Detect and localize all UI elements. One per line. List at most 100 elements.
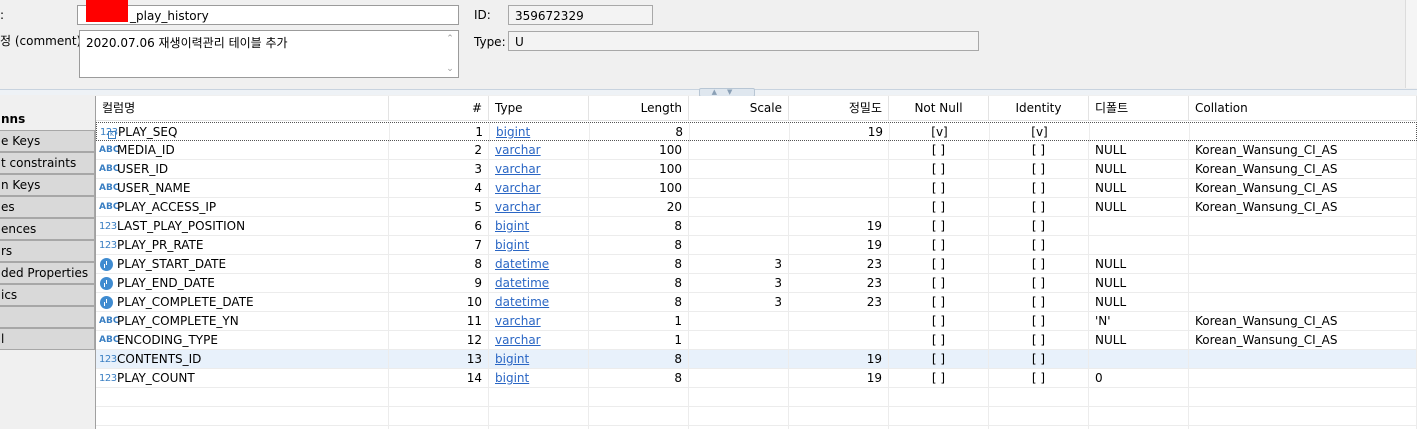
not-null-cell[interactable]: [ ] bbox=[889, 350, 989, 369]
type-link[interactable]: varchar bbox=[495, 200, 541, 214]
not-null-cell[interactable]: [ ] bbox=[889, 179, 989, 198]
table-row[interactable]: ABCMEDIA_ID 2 varchar 100[ ][ ] NULL Korean_W… bbox=[96, 141, 1417, 160]
scale-cell[interactable] bbox=[689, 160, 789, 179]
comment-scrollbar[interactable]: ⌃ ⌄ bbox=[444, 33, 456, 75]
default-cell[interactable]: NULL bbox=[1089, 179, 1189, 198]
identity-cell[interactable]: [ ] bbox=[989, 217, 1089, 236]
default-cell[interactable]: NULL bbox=[1089, 255, 1189, 274]
ordinal-cell[interactable]: 13 bbox=[389, 350, 489, 369]
table-row[interactable]: ABCENCODING_TYPE 12 varchar 1[ ][ ] NULL Kore… bbox=[96, 331, 1417, 350]
not-null-cell[interactable]: [ ] bbox=[889, 141, 989, 160]
identity-cell[interactable]: [ ] bbox=[989, 160, 1089, 179]
ordinal-cell[interactable]: 7 bbox=[389, 236, 489, 255]
not-null-cell[interactable]: [ ] bbox=[889, 293, 989, 312]
type-cell[interactable]: varchar bbox=[489, 141, 589, 160]
table-row[interactable]: PLAY_START_DATE 8 datetime 8 3 23[ ][ ] NULL bbox=[96, 255, 1417, 274]
length-cell[interactable]: 20 bbox=[589, 198, 689, 217]
ordinal-cell[interactable]: 2 bbox=[389, 141, 489, 160]
table-row[interactable]: PLAY_COMPLETE_DATE 10 datetime 8 3 23[ ][ ] NU… bbox=[96, 293, 1417, 312]
precision-cell[interactable]: 23 bbox=[789, 274, 889, 293]
scale-cell[interactable] bbox=[690, 123, 790, 142]
precision-cell[interactable]: 23 bbox=[789, 293, 889, 312]
default-cell[interactable]: NULL bbox=[1089, 293, 1189, 312]
not-null-cell[interactable]: [ ] bbox=[889, 369, 989, 388]
type-link[interactable]: datetime bbox=[495, 295, 549, 309]
scale-cell[interactable] bbox=[689, 236, 789, 255]
type-cell[interactable]: bigint bbox=[489, 369, 589, 388]
type-cell[interactable]: bigint bbox=[490, 123, 590, 142]
hdr-length[interactable]: Length bbox=[589, 96, 689, 121]
nav-tab-8[interactable]: ics bbox=[0, 284, 95, 306]
collation-cell[interactable] bbox=[1189, 255, 1417, 274]
default-cell[interactable]: NULL bbox=[1089, 198, 1189, 217]
nav-tab-2[interactable]: t constraints bbox=[0, 152, 95, 174]
table-row[interactable]: 123PLAY_PR_RATE 7 bigint 8 19[ ][ ] bbox=[96, 236, 1417, 255]
scale-cell[interactable] bbox=[689, 217, 789, 236]
ordinal-cell[interactable]: 14 bbox=[389, 369, 489, 388]
column-name-cell[interactable]: ABCUSER_NAME bbox=[96, 179, 389, 198]
not-null-cell[interactable]: [ ] bbox=[889, 312, 989, 331]
default-cell[interactable] bbox=[1089, 236, 1189, 255]
type-link[interactable]: varchar bbox=[495, 314, 541, 328]
collation-cell[interactable] bbox=[1189, 369, 1417, 388]
length-cell[interactable]: 8 bbox=[589, 369, 689, 388]
not-null-cell[interactable]: [ ] bbox=[889, 274, 989, 293]
column-name-cell[interactable]: PLAY_COMPLETE_DATE bbox=[96, 293, 389, 312]
default-cell[interactable]: NULL bbox=[1089, 331, 1189, 350]
collation-cell[interactable]: Korean_Wansung_CI_AS bbox=[1189, 179, 1417, 198]
collation-cell[interactable] bbox=[1190, 123, 1417, 142]
not-null-cell[interactable]: [ ] bbox=[889, 236, 989, 255]
precision-cell[interactable]: 19 bbox=[789, 350, 889, 369]
precision-cell[interactable]: 19 bbox=[790, 123, 890, 142]
hdr-column-name[interactable]: 컬럼명 bbox=[96, 96, 389, 121]
type-link[interactable]: varchar bbox=[495, 333, 541, 347]
precision-cell[interactable]: 19 bbox=[789, 236, 889, 255]
ordinal-cell[interactable]: 3 bbox=[389, 160, 489, 179]
precision-cell[interactable]: 19 bbox=[789, 369, 889, 388]
type-cell[interactable]: varchar bbox=[489, 312, 589, 331]
collation-cell[interactable]: Korean_Wansung_CI_AS bbox=[1189, 312, 1417, 331]
ordinal-cell[interactable]: 9 bbox=[389, 274, 489, 293]
panel-scrollbar[interactable] bbox=[1405, 0, 1417, 88]
comment-textarea[interactable]: 2020.07.06 재생이력관리 테이블 추가 ⌃ ⌄ bbox=[79, 30, 459, 78]
type-link[interactable]: datetime bbox=[495, 257, 549, 271]
precision-cell[interactable]: 23 bbox=[789, 255, 889, 274]
type-cell[interactable]: varchar bbox=[489, 179, 589, 198]
type-link[interactable]: bigint bbox=[495, 352, 529, 366]
type-link[interactable]: bigint bbox=[495, 219, 529, 233]
precision-cell[interactable] bbox=[789, 160, 889, 179]
collation-cell[interactable] bbox=[1189, 293, 1417, 312]
column-name-cell[interactable]: 123LAST_PLAY_POSITION bbox=[96, 217, 389, 236]
collation-cell[interactable]: Korean_Wansung_CI_AS bbox=[1189, 141, 1417, 160]
identity-cell[interactable]: [ ] bbox=[989, 255, 1089, 274]
length-cell[interactable]: 8 bbox=[589, 236, 689, 255]
scale-cell[interactable] bbox=[689, 198, 789, 217]
default-cell[interactable] bbox=[1089, 350, 1189, 369]
collation-cell[interactable] bbox=[1189, 217, 1417, 236]
precision-cell[interactable] bbox=[789, 141, 889, 160]
not-null-cell[interactable]: [ ] bbox=[889, 255, 989, 274]
length-cell[interactable]: 1 bbox=[589, 331, 689, 350]
table-name-input[interactable]: _play_history bbox=[77, 5, 459, 25]
ordinal-cell[interactable]: 4 bbox=[389, 179, 489, 198]
identity-cell[interactable]: [v] bbox=[990, 123, 1090, 142]
type-cell[interactable]: datetime bbox=[489, 293, 589, 312]
column-name-cell[interactable]: 123PLAY_PR_RATE bbox=[96, 236, 389, 255]
column-name-cell[interactable]: ABCENCODING_TYPE bbox=[96, 331, 389, 350]
hdr-precision[interactable]: 정밀도 bbox=[789, 96, 889, 121]
precision-cell[interactable] bbox=[789, 198, 889, 217]
column-name-cell[interactable]: 123PLAY_COUNT bbox=[96, 369, 389, 388]
default-cell[interactable] bbox=[1090, 123, 1190, 142]
ordinal-cell[interactable]: 6 bbox=[389, 217, 489, 236]
ordinal-cell[interactable]: 8 bbox=[389, 255, 489, 274]
type-link[interactable]: datetime bbox=[495, 276, 549, 290]
ordinal-cell[interactable]: 5 bbox=[389, 198, 489, 217]
type-cell[interactable]: bigint bbox=[489, 236, 589, 255]
length-cell[interactable]: 100 bbox=[589, 141, 689, 160]
column-name-cell[interactable]: ABCUSER_ID bbox=[96, 160, 389, 179]
type-link[interactable]: varchar bbox=[495, 143, 541, 157]
table-row[interactable]: 123PLAY_COUNT 14 bigint 8 19[ ][ ] 0 bbox=[96, 369, 1417, 388]
hdr-type[interactable]: Type bbox=[489, 96, 589, 121]
not-null-cell[interactable]: [ ] bbox=[889, 198, 989, 217]
identity-cell[interactable]: [ ] bbox=[989, 179, 1089, 198]
